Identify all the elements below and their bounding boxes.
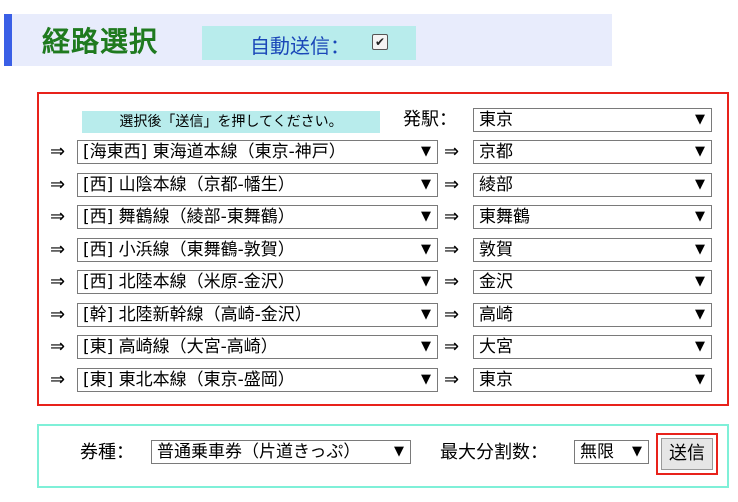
chevron-down-icon: ▼	[421, 274, 431, 289]
departure-label: 発駅：	[403, 109, 457, 130]
departure-station-select[interactable]: 東京 ▼	[473, 108, 712, 132]
chevron-down-icon: ▼	[695, 112, 705, 127]
chevron-down-icon: ▼	[421, 307, 431, 322]
line-select-value: [海東西] 東海道本線（東京-神戸）	[83, 142, 346, 162]
line-select[interactable]: [西] 小浜線（東舞鶴-敦賀） ▼	[77, 238, 438, 262]
route-hint: 選択後「送信」を押してください。	[82, 111, 380, 133]
header-accent-bar	[4, 14, 12, 66]
chevron-down-icon: ▼	[421, 144, 431, 159]
auto-submit-label: 自動送信：	[250, 34, 350, 58]
line-select[interactable]: [海東西] 東海道本線（東京-神戸） ▼	[77, 140, 438, 164]
line-select-value: [西] 山陰本線（京都-幡生）	[83, 175, 295, 195]
station-select-value: 高崎	[479, 305, 513, 325]
line-select-value: [東] 東北本線（東京-盛岡）	[83, 370, 295, 390]
station-select[interactable]: 京都 ▼	[473, 140, 712, 164]
line-select-value: [西] 北陸本線（米原-金沢）	[83, 272, 295, 292]
ticket-type-label: 券種：	[80, 442, 134, 463]
route-arrow: ⇒	[50, 141, 66, 162]
route-arrow: ⇒	[50, 206, 66, 227]
chevron-down-icon: ▼	[421, 242, 431, 257]
route-arrow: ⇒	[444, 174, 460, 195]
station-select[interactable]: 金沢 ▼	[473, 270, 712, 294]
line-select[interactable]: [西] 山陰本線（京都-幡生） ▼	[77, 173, 438, 197]
submit-button-label[interactable]: 送信	[661, 438, 713, 470]
line-select[interactable]: [東] 高崎線（大宮-高崎） ▼	[77, 335, 438, 359]
max-split-label: 最大分割数：	[440, 442, 548, 463]
route-arrow: ⇒	[50, 174, 66, 195]
route-arrow: ⇒	[444, 271, 460, 292]
submit-button[interactable]: 送信	[656, 433, 718, 475]
route-arrow: ⇒	[444, 304, 460, 325]
departure-station-value: 東京	[479, 110, 513, 130]
max-split-select[interactable]: 無限 ▼	[574, 440, 649, 464]
station-select[interactable]: 綾部 ▼	[473, 173, 712, 197]
chevron-down-icon: ▼	[421, 209, 431, 224]
station-select-value: 東京	[479, 370, 513, 390]
ticket-type-select[interactable]: 普通乗車券（片道きっぷ） ▼	[151, 440, 411, 464]
line-select[interactable]: [幹] 北陸新幹線（高崎-金沢） ▼	[77, 303, 438, 327]
route-arrow: ⇒	[50, 239, 66, 260]
station-select[interactable]: 高崎 ▼	[473, 303, 712, 327]
line-select-value: [幹] 北陸新幹線（高崎-金沢）	[83, 305, 312, 325]
chevron-down-icon: ▼	[394, 444, 404, 459]
page-title: 経路選択	[42, 25, 159, 58]
chevron-down-icon: ▼	[695, 307, 705, 322]
station-select-value: 金沢	[479, 272, 513, 292]
chevron-down-icon: ▼	[695, 242, 705, 257]
station-select[interactable]: 東京 ▼	[473, 368, 712, 392]
line-select[interactable]: [西] 北陸本線（米原-金沢） ▼	[77, 270, 438, 294]
station-select-value: 大宮	[479, 337, 513, 357]
line-select-value: [西] 小浜線（東舞鶴-敦賀）	[83, 240, 295, 260]
route-arrow: ⇒	[444, 206, 460, 227]
chevron-down-icon: ▼	[695, 209, 705, 224]
line-select[interactable]: [西] 舞鶴線（綾部-東舞鶴） ▼	[77, 205, 438, 229]
route-arrow: ⇒	[444, 239, 460, 260]
station-select[interactable]: 東舞鶴 ▼	[473, 205, 712, 229]
chevron-down-icon: ▼	[632, 444, 642, 459]
station-select[interactable]: 敦賀 ▼	[473, 238, 712, 262]
route-arrow: ⇒	[444, 369, 460, 390]
station-select-value: 東舞鶴	[479, 207, 530, 227]
station-select[interactable]: 大宮 ▼	[473, 335, 712, 359]
station-select-value: 敦賀	[479, 240, 513, 260]
line-select-value: [西] 舞鶴線（綾部-東舞鶴）	[83, 207, 295, 227]
auto-submit-checkbox[interactable]: ✔	[372, 34, 388, 50]
ticket-type-value: 普通乗車券（片道きっぷ）	[157, 442, 361, 462]
chevron-down-icon: ▼	[421, 339, 431, 354]
route-arrow: ⇒	[50, 271, 66, 292]
route-arrow: ⇒	[50, 336, 66, 357]
chevron-down-icon: ▼	[695, 144, 705, 159]
chevron-down-icon: ▼	[695, 177, 705, 192]
chevron-down-icon: ▼	[421, 372, 431, 387]
route-arrow: ⇒	[444, 336, 460, 357]
route-arrow: ⇒	[50, 304, 66, 325]
chevron-down-icon: ▼	[421, 177, 431, 192]
route-arrow: ⇒	[50, 369, 66, 390]
route-arrow: ⇒	[444, 141, 460, 162]
auto-submit-box: 自動送信： ✔	[202, 26, 416, 60]
station-select-value: 綾部	[479, 175, 513, 195]
chevron-down-icon: ▼	[695, 372, 705, 387]
station-select-value: 京都	[479, 142, 513, 162]
chevron-down-icon: ▼	[695, 274, 705, 289]
line-select[interactable]: [東] 東北本線（東京-盛岡） ▼	[77, 368, 438, 392]
line-select-value: [東] 高崎線（大宮-高崎）	[83, 337, 278, 357]
chevron-down-icon: ▼	[695, 339, 705, 354]
max-split-value: 無限	[580, 442, 614, 462]
